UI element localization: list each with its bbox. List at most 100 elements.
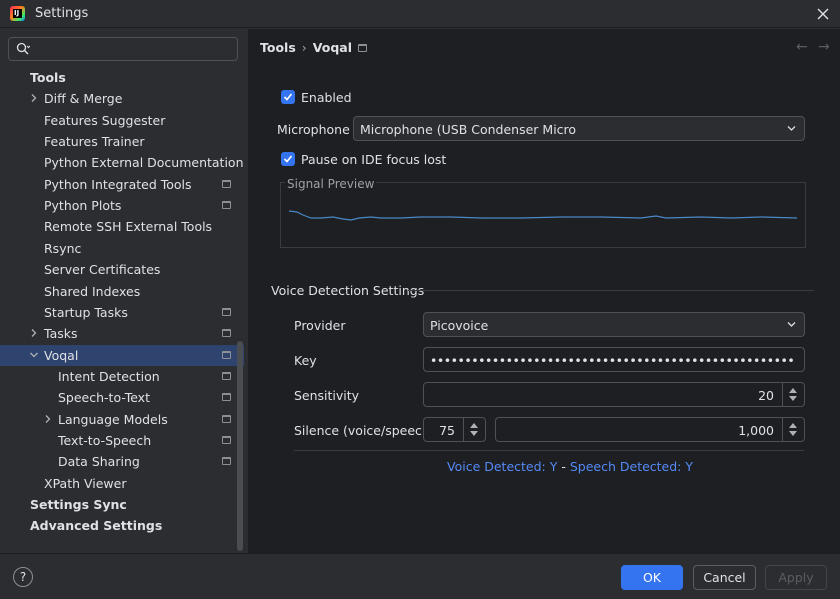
ok-button[interactable]: OK — [621, 565, 683, 590]
project-level-icon — [222, 351, 231, 359]
settings-content: Tools › Voqal ← → Enabled Microphone Micro… — [248, 29, 840, 553]
sidebar-item-remote-ssh-external-tools[interactable]: Remote SSH External Tools — [0, 216, 244, 237]
increment-arrow-icon[interactable] — [789, 388, 797, 393]
enabled-label: Enabled — [301, 90, 352, 105]
sidebar-item-label: Shared Indexes — [44, 284, 141, 299]
sidebar-item-shared-indexes[interactable]: Shared Indexes — [0, 281, 244, 302]
settings-search-input[interactable] — [8, 37, 238, 61]
sidebar-item-python-plots[interactable]: Python Plots — [0, 195, 244, 216]
sidebar-item-label: XPath Viewer — [44, 476, 127, 491]
sidebar-item-voqal[interactable]: Voqal — [0, 345, 244, 366]
silence-voice-spinner[interactable]: 75 — [423, 417, 486, 442]
sidebar-item-label: Python Plots — [44, 198, 122, 213]
increment-arrow-icon[interactable] — [789, 423, 797, 428]
forward-arrow-icon[interactable]: → — [818, 39, 830, 55]
sidebar-item-xpath-viewer[interactable]: XPath Viewer — [0, 473, 244, 494]
sensitivity-value: 20 — [758, 388, 774, 403]
sensitivity-stepper[interactable] — [782, 383, 804, 406]
sidebar-item-label: Voqal — [44, 348, 79, 363]
sidebar-item-tasks[interactable]: Tasks — [0, 323, 244, 344]
voice-detected-status: Voice Detected: Y — [447, 459, 558, 474]
sensitivity-spinner[interactable]: 20 — [423, 382, 805, 407]
key-value: ••••••••••••••••••••••••••••••••••••••••… — [430, 353, 795, 368]
signal-waveform — [288, 210, 798, 221]
dialog-footer: ? OK Cancel Apply — [0, 553, 840, 599]
project-level-icon — [222, 201, 231, 209]
key-password-field[interactable]: ••••••••••••••••••••••••••••••••••••••••… — [423, 347, 805, 372]
chevron-right-icon[interactable] — [43, 414, 53, 424]
sidebar-item-label: Speech-to-Text — [58, 390, 150, 405]
sidebar-item-language-models[interactable]: Language Models — [0, 409, 244, 430]
silence-speech-spinner[interactable]: 1,000 — [495, 417, 805, 442]
chevron-down-icon[interactable] — [29, 350, 39, 360]
enabled-checkbox[interactable] — [281, 90, 295, 104]
sidebar-item-intent-detection[interactable]: Intent Detection — [0, 366, 244, 387]
form-divider — [294, 450, 804, 451]
sidebar-item-diff-merge[interactable]: Diff & Merge — [0, 88, 244, 109]
back-arrow-icon[interactable]: ← — [796, 39, 808, 55]
signal-preview-title: Signal Preview — [285, 177, 377, 191]
microphone-label: Microphone — [277, 122, 350, 137]
help-button[interactable]: ? — [13, 567, 33, 587]
microphone-select[interactable]: Microphone (USB Condenser Micro — [353, 116, 805, 141]
breadcrumb-current: Voqal — [312, 40, 353, 55]
sidebar-item-label: Intent Detection — [58, 369, 160, 384]
project-level-icon — [358, 44, 367, 52]
chevron-down-icon — [787, 322, 796, 327]
signal-preview-panel — [280, 182, 806, 248]
cancel-button[interactable]: Cancel — [693, 565, 756, 590]
chevron-right-icon[interactable] — [29, 328, 39, 338]
chevron-down-icon — [787, 126, 796, 131]
sidebar-item-text-to-speech[interactable]: Text-to-Speech — [0, 430, 244, 451]
silence-voice-value: 75 — [439, 423, 455, 438]
breadcrumb: Tools › Voqal — [260, 40, 352, 55]
provider-select[interactable]: Picovoice — [423, 312, 805, 337]
settings-sidebar: Tools Diff & Merge Features Suggester Featu… — [0, 29, 248, 553]
decrement-arrow-icon[interactable] — [789, 396, 797, 401]
pause-on-focus-lost-label: Pause on IDE focus lost — [301, 152, 447, 167]
sidebar-item-label: Settings Sync — [30, 497, 127, 512]
breadcrumb-parent[interactable]: Tools — [260, 40, 296, 55]
provider-label: Provider — [294, 318, 346, 333]
sidebar-item-label: Advanced Settings — [30, 518, 163, 533]
silence-speech-value: 1,000 — [738, 423, 774, 438]
sidebar-item-label: Features Suggester — [44, 113, 166, 128]
sidebar-item-tools[interactable]: Tools — [0, 67, 244, 88]
sidebar-item-label: Startup Tasks — [44, 305, 128, 320]
sidebar-item-data-sharing[interactable]: Data Sharing — [0, 451, 244, 472]
decrement-arrow-icon[interactable] — [470, 431, 478, 436]
sidebar-item-label: Remote SSH External Tools — [44, 219, 213, 234]
sidebar-item-advanced-settings[interactable]: Advanced Settings — [0, 515, 244, 536]
silence-speech-stepper[interactable] — [782, 418, 804, 441]
project-level-icon — [222, 393, 231, 401]
apply-button[interactable]: Apply — [765, 565, 827, 590]
sidebar-scrollbar[interactable] — [237, 341, 243, 551]
sidebar-item-features-trainer[interactable]: Features Trainer — [0, 131, 244, 152]
sidebar-item-speech-to-text[interactable]: Speech-to-Text — [0, 387, 244, 408]
status-separator: - — [561, 459, 566, 474]
decrement-arrow-icon[interactable] — [789, 431, 797, 436]
sidebar-item-label: Python Integrated Tools — [44, 177, 192, 192]
sidebar-item-python-external-documentation[interactable]: Python External Documentation — [0, 152, 244, 173]
close-window-button[interactable] — [814, 5, 832, 23]
sidebar-item-rsync[interactable]: Rsync — [0, 238, 244, 259]
project-level-icon — [222, 329, 231, 337]
sidebar-item-startup-tasks[interactable]: Startup Tasks — [0, 302, 244, 323]
provider-value: Picovoice — [430, 318, 489, 333]
sidebar-item-settings-sync[interactable]: Settings Sync — [0, 494, 244, 515]
sidebar-item-label: Python External Documentation — [44, 155, 244, 170]
microphone-value: Microphone (USB Condenser Micro — [360, 122, 577, 137]
increment-arrow-icon[interactable] — [470, 423, 478, 428]
project-level-icon — [222, 436, 231, 444]
voice-detection-section-title: Voice Detection Settings — [271, 283, 425, 298]
sidebar-item-server-certificates[interactable]: Server Certificates — [0, 259, 244, 280]
search-icon — [16, 42, 30, 55]
sidebar-item-features-suggester[interactable]: Features Suggester — [0, 110, 244, 131]
silence-voice-stepper[interactable] — [463, 418, 485, 441]
pause-on-focus-lost-checkbox[interactable] — [281, 152, 295, 166]
sidebar-item-label: Tasks — [44, 326, 78, 341]
chevron-right-icon[interactable] — [29, 93, 39, 103]
sidebar-item-python-integrated-tools[interactable]: Python Integrated Tools — [0, 174, 244, 195]
project-level-icon — [222, 180, 231, 188]
sidebar-item-label: Tools — [30, 70, 66, 85]
